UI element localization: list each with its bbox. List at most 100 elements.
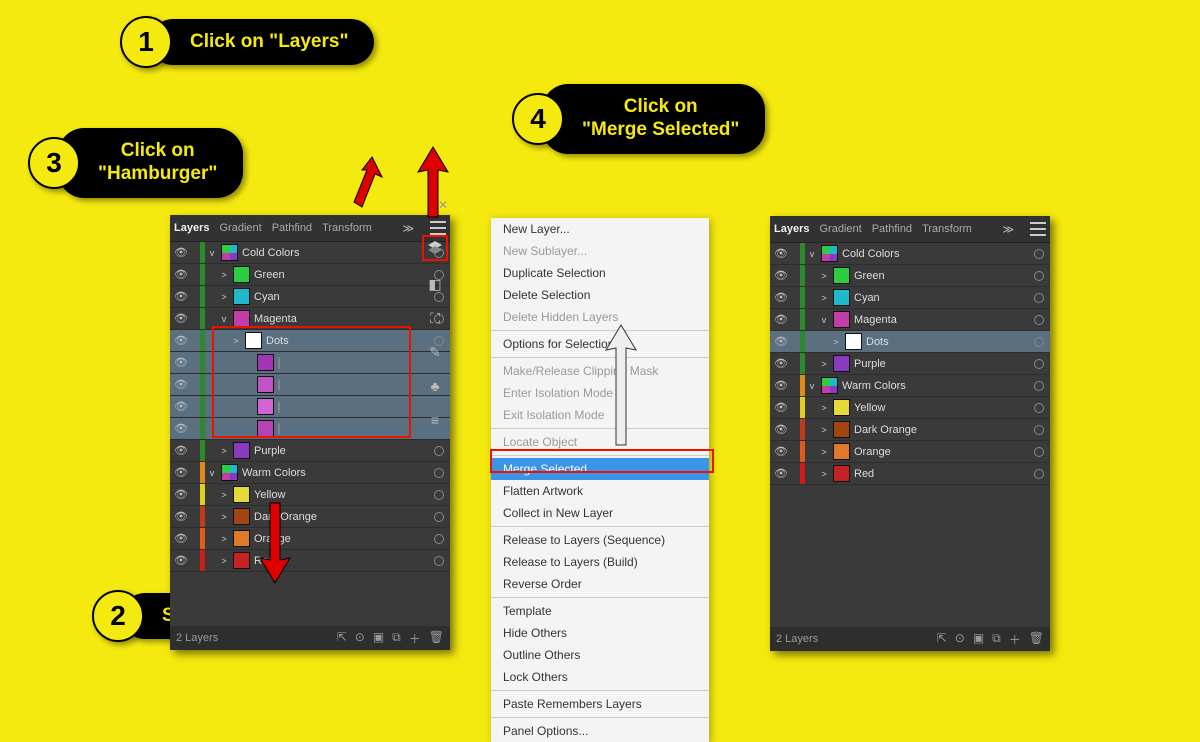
toggle-icon[interactable]: > xyxy=(819,359,829,369)
visibility-icon[interactable]: 👁 xyxy=(774,467,788,480)
menu-item[interactable]: Reverse Order xyxy=(491,573,709,595)
menu-item[interactable]: Template xyxy=(491,600,709,622)
menu-item[interactable]: Flatten Artwork xyxy=(491,480,709,502)
toggle-icon[interactable]: > xyxy=(819,271,829,281)
toggle-icon[interactable]: > xyxy=(219,512,229,522)
pathfinder-icon[interactable]: ◧ xyxy=(424,273,446,295)
visibility-icon[interactable]: 👁 xyxy=(774,291,788,304)
visibility-icon[interactable]: 👁 xyxy=(174,422,188,435)
export-icon[interactable]: ⇱ xyxy=(937,631,947,648)
toggle-icon[interactable]: v xyxy=(819,315,829,325)
target-icon[interactable] xyxy=(1034,337,1044,347)
layer-row[interactable]: 👁>Red xyxy=(170,550,450,572)
layer-row[interactable]: 👁 xyxy=(170,418,450,440)
new-layer-icon[interactable]: ＋ xyxy=(409,630,421,647)
mask-icon[interactable]: ▣ xyxy=(973,631,984,648)
target-icon[interactable] xyxy=(434,534,444,544)
menu-item[interactable]: Lock Others xyxy=(491,666,709,688)
visibility-icon[interactable]: 👁 xyxy=(774,357,788,370)
menu-item[interactable]: Delete Selection xyxy=(491,284,709,306)
new-layer-icon[interactable]: ＋ xyxy=(1009,631,1021,648)
delete-icon[interactable]: 🗑 xyxy=(1029,631,1044,648)
visibility-icon[interactable]: 👁 xyxy=(174,312,188,325)
visibility-icon[interactable]: 👁 xyxy=(774,379,788,392)
target-icon[interactable] xyxy=(1034,403,1044,413)
visibility-icon[interactable]: 👁 xyxy=(174,532,188,545)
visibility-icon[interactable]: 👁 xyxy=(774,445,788,458)
layer-row[interactable]: 👁>Green xyxy=(770,265,1050,287)
visibility-icon[interactable]: 👁 xyxy=(774,401,788,414)
visibility-icon[interactable]: 👁 xyxy=(174,400,188,413)
visibility-icon[interactable]: 👁 xyxy=(774,313,788,326)
visibility-icon[interactable]: 👁 xyxy=(174,510,188,523)
layer-row[interactable]: 👁 xyxy=(170,352,450,374)
visibility-icon[interactable]: 👁 xyxy=(174,554,188,567)
layer-row[interactable]: 👁vWarm Colors xyxy=(170,462,450,484)
panel-close-icon[interactable]: ✕ xyxy=(438,198,448,212)
target-icon[interactable] xyxy=(1034,469,1044,479)
menu-item[interactable]: Outline Others xyxy=(491,644,709,666)
target-icon[interactable] xyxy=(434,512,444,522)
target-icon[interactable] xyxy=(1034,381,1044,391)
hamburger-menu-icon[interactable] xyxy=(1030,222,1046,236)
swatches-icon[interactable]: ♣ xyxy=(424,375,446,397)
tab-transform[interactable]: Transform xyxy=(922,223,972,235)
toggle-icon[interactable]: > xyxy=(219,446,229,456)
visibility-icon[interactable]: 👁 xyxy=(174,334,188,347)
visibility-icon[interactable]: 👁 xyxy=(174,268,188,281)
mask-icon[interactable]: ▣ xyxy=(373,630,384,647)
layer-row[interactable]: 👁>Cyan xyxy=(170,286,450,308)
delete-icon[interactable]: 🗑 xyxy=(429,630,444,647)
transform-icon[interactable]: ⛶ xyxy=(424,307,446,329)
toggle-icon[interactable]: > xyxy=(219,490,229,500)
toggle-icon[interactable]: > xyxy=(819,293,829,303)
target-icon[interactable] xyxy=(278,423,280,435)
tab-layers[interactable]: Layers xyxy=(174,222,209,234)
visibility-icon[interactable]: 👁 xyxy=(174,290,188,303)
layer-row[interactable]: 👁>Dark Orange xyxy=(170,506,450,528)
target-icon[interactable] xyxy=(278,357,280,369)
tab-layers[interactable]: Layers xyxy=(774,223,809,235)
visibility-icon[interactable]: 👁 xyxy=(774,269,788,282)
locate-icon[interactable]: ⊙ xyxy=(355,630,365,647)
layer-row[interactable]: 👁>Dots xyxy=(770,331,1050,353)
layer-row[interactable]: 👁 xyxy=(170,396,450,418)
target-icon[interactable] xyxy=(1034,425,1044,435)
toggle-icon[interactable]: > xyxy=(819,447,829,457)
layer-row[interactable]: 👁vMagenta xyxy=(170,308,450,330)
visibility-icon[interactable]: 👁 xyxy=(174,444,188,457)
layer-row[interactable]: 👁>Dark Orange xyxy=(770,419,1050,441)
toggle-icon[interactable]: v xyxy=(207,468,217,478)
target-icon[interactable] xyxy=(434,556,444,566)
toggle-icon[interactable]: > xyxy=(219,270,229,280)
target-icon[interactable] xyxy=(434,446,444,456)
layers-stack-icon[interactable] xyxy=(422,235,448,261)
layer-row[interactable]: 👁>Orange xyxy=(170,528,450,550)
visibility-icon[interactable]: 👁 xyxy=(774,423,788,436)
menu-item[interactable]: Merge Selected xyxy=(491,458,709,480)
layer-row[interactable]: 👁>Yellow xyxy=(770,397,1050,419)
visibility-icon[interactable]: 👁 xyxy=(174,378,188,391)
toggle-icon[interactable]: v xyxy=(807,381,817,391)
layer-row[interactable]: 👁vCold Colors xyxy=(770,243,1050,265)
tab-transform[interactable]: Transform xyxy=(322,222,372,234)
toggle-icon[interactable]: > xyxy=(819,425,829,435)
target-icon[interactable] xyxy=(1034,271,1044,281)
menu-item[interactable]: Panel Options... xyxy=(491,720,709,742)
toggle-icon[interactable]: > xyxy=(819,469,829,479)
layer-row[interactable]: 👁>Orange xyxy=(770,441,1050,463)
toggle-icon[interactable]: v xyxy=(807,249,817,259)
target-icon[interactable] xyxy=(1034,447,1044,457)
new-sublayer-icon[interactable]: ⧉ xyxy=(992,631,1001,648)
layer-row[interactable]: 👁>Purple xyxy=(770,353,1050,375)
menu-item[interactable]: New Layer... xyxy=(491,218,709,240)
toggle-icon[interactable]: > xyxy=(231,336,241,346)
layer-row[interactable]: 👁vMagenta xyxy=(770,309,1050,331)
layer-row[interactable]: 👁>Cyan xyxy=(770,287,1050,309)
target-icon[interactable] xyxy=(434,468,444,478)
menu-item[interactable]: Collect in New Layer xyxy=(491,502,709,524)
locate-icon[interactable]: ⊙ xyxy=(955,631,965,648)
tab-gradient[interactable]: Gradient xyxy=(219,222,261,234)
new-sublayer-icon[interactable]: ⧉ xyxy=(392,630,401,647)
menu-item[interactable]: Release to Layers (Sequence) xyxy=(491,529,709,551)
